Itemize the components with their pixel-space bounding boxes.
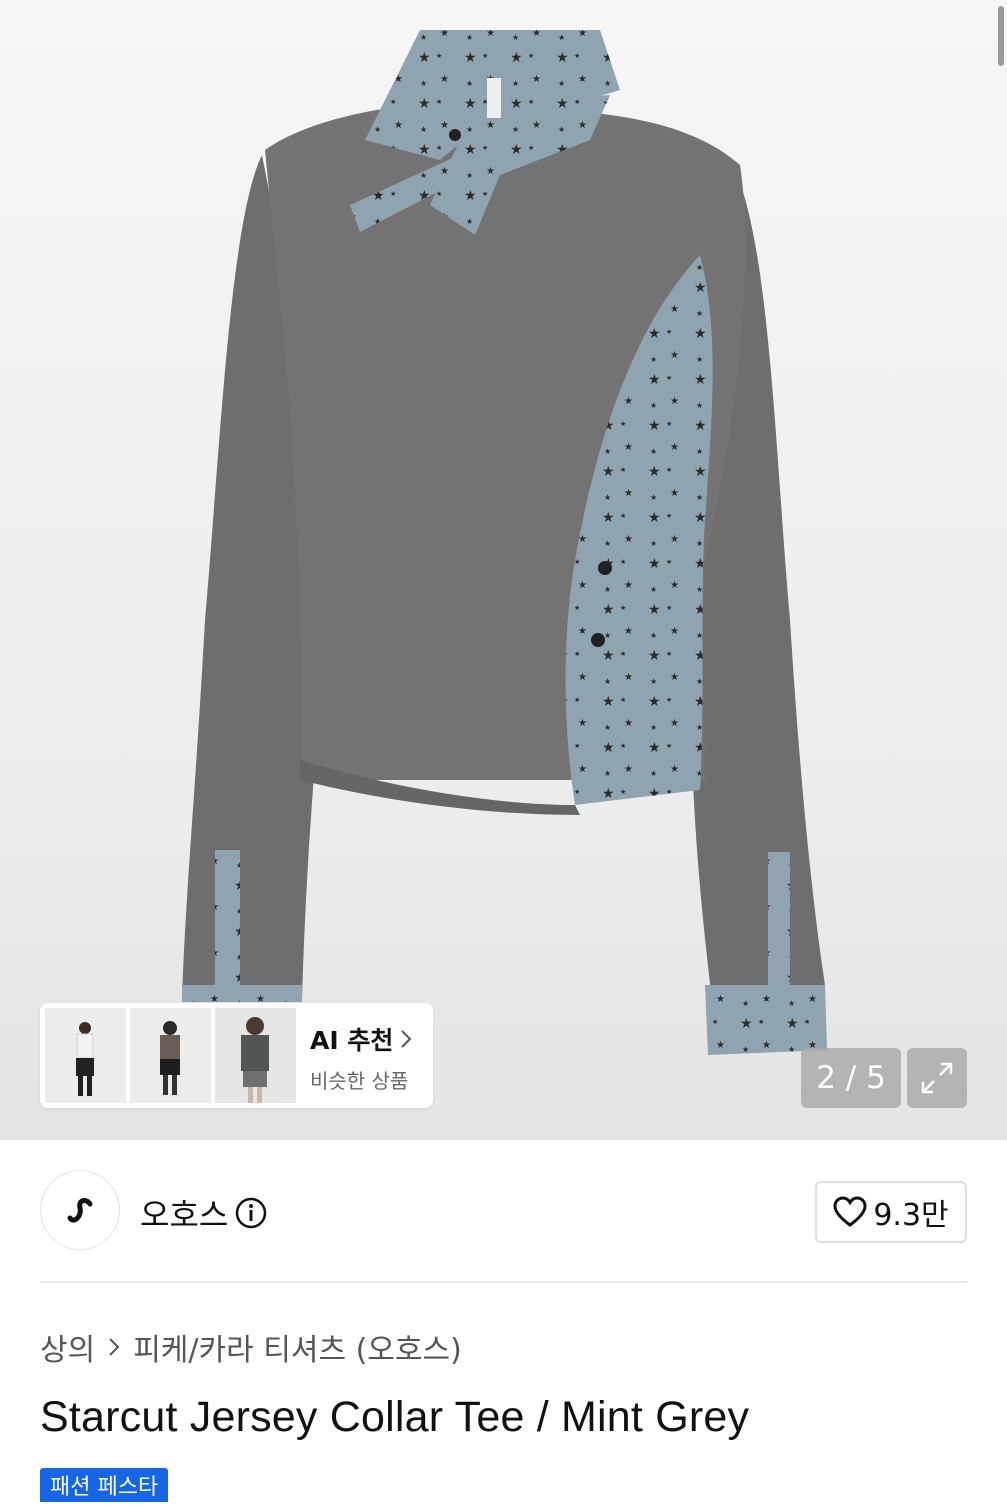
ai-recommend-title[interactable]: AI 추천	[310, 1021, 413, 1057]
like-count: 9.3만	[873, 1198, 949, 1233]
recommend-thumbnail-1[interactable]	[45, 1008, 126, 1103]
brand-logo[interactable]	[40, 1170, 120, 1250]
recommend-thumbnail-3[interactable]	[215, 1008, 296, 1103]
ai-recommend-subtitle: 비슷한 상품	[310, 1069, 409, 1093]
brand-name[interactable]: 오호스	[140, 1190, 268, 1236]
product-title: Starcut Jersey Collar Tee / Mint Grey	[40, 1393, 750, 1441]
breadcrumb-subcategory[interactable]: 피케/카라 티셔츠 (오호스)	[133, 1325, 462, 1369]
divider	[40, 1281, 967, 1283]
product-image: ★ ★ ★ ★	[182, 30, 827, 1055]
image-counter: 2 / 5	[801, 1048, 901, 1108]
info-icon[interactable]	[234, 1196, 268, 1230]
chevron-right-icon	[401, 1030, 412, 1048]
brand-row: 오호스 9.3만	[40, 1170, 967, 1250]
ai-recommend-label: AI 추천	[310, 1026, 394, 1055]
breadcrumb-category[interactable]: 상의	[40, 1325, 95, 1369]
recommend-thumbnail-2[interactable]	[130, 1008, 211, 1103]
expand-button[interactable]	[907, 1048, 967, 1108]
breadcrumb: 상의 피케/카라 티셔츠 (오호스)	[40, 1325, 462, 1369]
heart-icon	[833, 1196, 867, 1227]
product-image-gallery[interactable]: ★ ★ ★ ★	[0, 0, 1007, 1140]
brand-logo-mark	[67, 1198, 93, 1223]
expand-icon	[921, 1062, 953, 1094]
like-button[interactable]: 9.3만	[815, 1181, 967, 1243]
fashion-festa-badge: 패션 페스타	[40, 1468, 169, 1502]
ai-recommend-card[interactable]: AI 추천 비슷한 상품	[40, 1003, 433, 1108]
chevron-right-icon	[109, 1338, 120, 1356]
brand-name-text: 오호스	[140, 1196, 229, 1234]
